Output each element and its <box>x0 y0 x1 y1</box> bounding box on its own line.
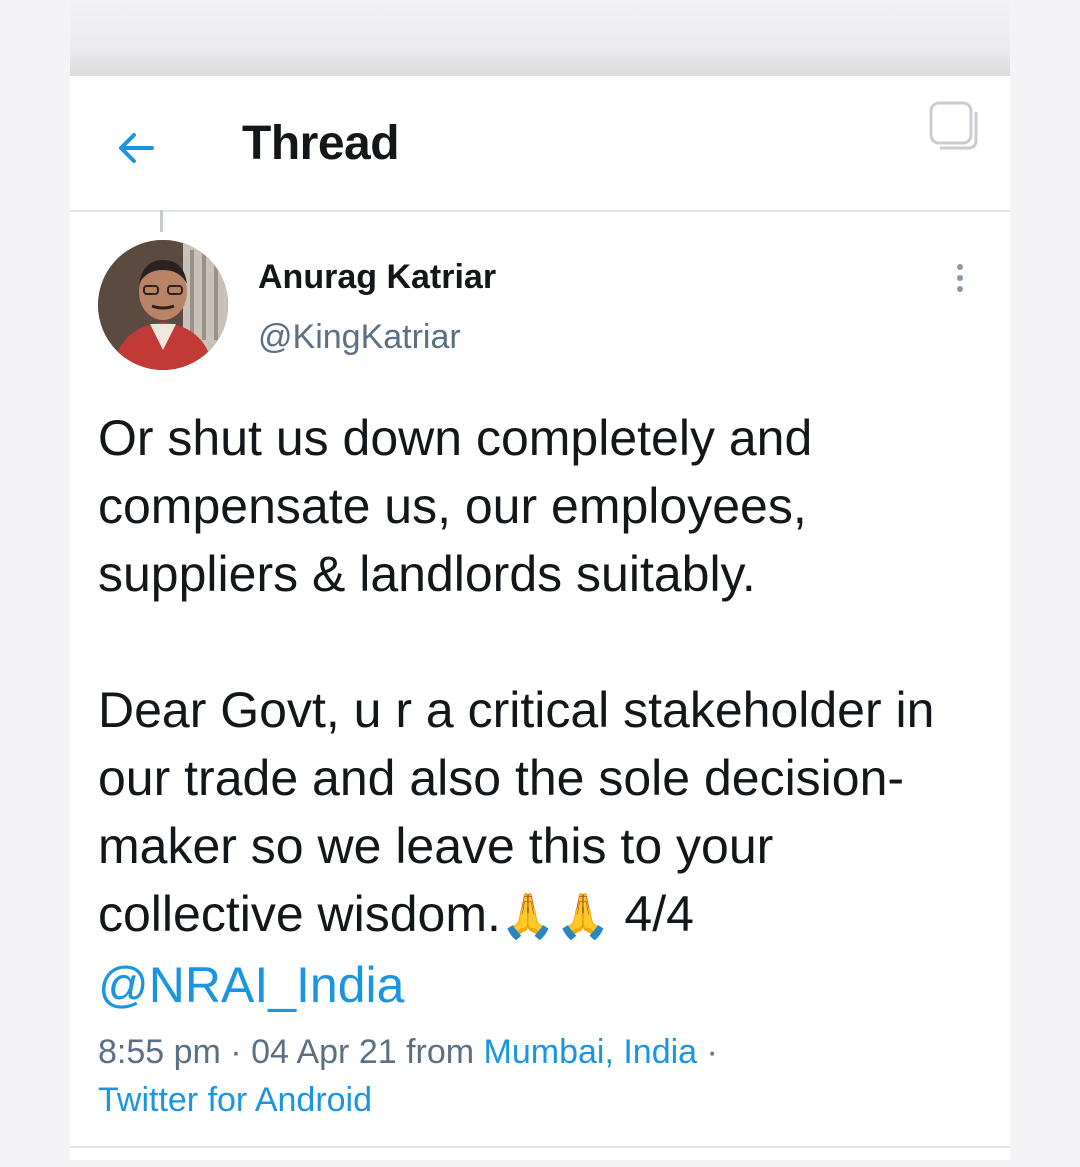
corner-button[interactable] <box>926 98 982 154</box>
client-link[interactable]: Twitter for Android <box>98 1081 372 1119</box>
top-shade <box>70 0 1010 76</box>
square-icon <box>929 101 978 150</box>
tweet-text: Or shut us down completely and compensat… <box>98 404 978 1019</box>
thread-connector-line <box>160 210 163 232</box>
folded-hands-emoji: 🙏🙏 <box>500 892 611 941</box>
from-label: from <box>406 1033 475 1071</box>
location-link[interactable]: Mumbai, India <box>484 1033 698 1071</box>
mention-link[interactable]: @NRAI_India <box>98 957 404 1013</box>
more-vertical-icon <box>957 264 963 270</box>
arrow-left-icon <box>119 133 154 163</box>
more-vertical-icon-dot <box>957 275 963 281</box>
tweet-meta: 8:55 pm · 04 Apr 21 from Mumbai, India ·… <box>98 1033 718 1119</box>
thread-header: Thread <box>70 76 1010 212</box>
thread-count: 4/4 <box>624 886 694 942</box>
page-title: Thread <box>242 117 400 170</box>
tweet-paragraph-2: Dear Govt, u r a critical stakeholder in… <box>98 676 978 951</box>
author-name[interactable]: Anurag Katriar <box>258 258 496 297</box>
author-handle[interactable]: @KingKatriar <box>258 318 461 357</box>
tweet-date: 04 Apr 21 <box>251 1033 397 1071</box>
tweet-time: 8:55 pm <box>98 1033 221 1071</box>
divider <box>70 1146 1010 1148</box>
more-options-button[interactable] <box>940 258 980 298</box>
thread-card: Thread Anurag Katriar @KingKatriar Or sh… <box>70 76 1010 1160</box>
avatar-photo <box>98 240 228 370</box>
tweet-paragraph-1: Or shut us down completely and compensat… <box>98 410 813 602</box>
back-button[interactable] <box>108 120 164 176</box>
avatar[interactable] <box>98 240 228 370</box>
more-vertical-icon-dot <box>957 286 963 292</box>
